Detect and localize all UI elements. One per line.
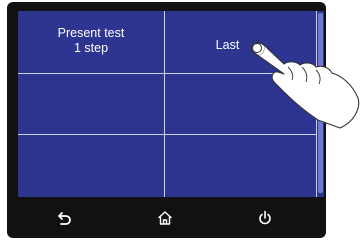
last-cell[interactable]: Last [165, 11, 316, 73]
scroll-thumb[interactable] [318, 13, 323, 193]
present-test-step: 1 step [73, 41, 109, 55]
present-test-label: Present test [57, 26, 125, 40]
menu-cell-r2c2[interactable] [165, 74, 316, 134]
last-label: Last [215, 38, 240, 52]
touch-screen: Present test 1 step Last [18, 11, 324, 197]
menu-cell-r3c1[interactable] [18, 135, 164, 197]
power-icon [259, 210, 271, 225]
present-test-cell[interactable]: Present test 1 step [18, 11, 164, 73]
grid-divider-horizontal-1 [18, 73, 316, 74]
bottom-nav-bar [7, 198, 326, 238]
menu-grid: Present test 1 step Last [18, 11, 316, 197]
back-button[interactable] [52, 206, 78, 230]
home-button[interactable] [152, 206, 178, 230]
device-frame: Present test 1 step Last [7, 2, 326, 238]
power-button[interactable] [252, 206, 278, 230]
menu-cell-r3c2[interactable] [165, 135, 316, 197]
back-arrow-icon [58, 212, 71, 225]
home-icon [158, 211, 172, 225]
grid-divider-vertical [164, 11, 165, 197]
menu-cell-r2c1[interactable] [18, 74, 164, 134]
grid-divider-horizontal-2 [18, 134, 316, 135]
scrollbar[interactable] [316, 11, 324, 197]
